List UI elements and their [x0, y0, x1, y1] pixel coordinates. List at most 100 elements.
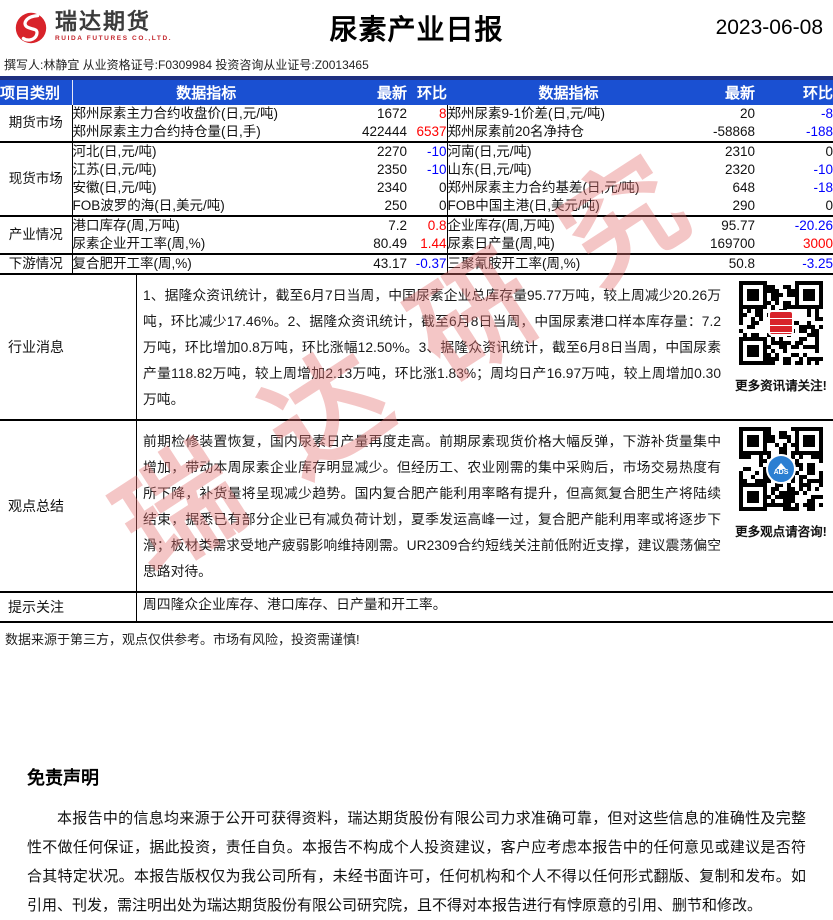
indicator-label: FOB波罗的海(日,美元/吨)	[72, 198, 225, 213]
indicator-value: 2270	[376, 144, 407, 159]
indicator-value: 648	[732, 180, 755, 195]
indicator-label: 郑州尿素主力合约收盘价(日,元/吨)	[72, 106, 279, 121]
indicator-value: 2310	[724, 144, 755, 159]
indicator-value: 80.49	[373, 236, 407, 251]
qr-block: ADS 更多观点请咨询!	[729, 421, 833, 591]
indicator-label: FOB中国主港(日,美元/吨)	[446, 197, 690, 216]
indicator-value: 95.77	[721, 218, 755, 233]
report-header: 瑞达期货 RUIDA FUTURES CO.,LTD. 尿素产业日报 2023-…	[0, 0, 833, 54]
indicator-label: 江苏(日,元/吨)	[72, 162, 157, 177]
author-line: 撰写人:林静宜 从业资格证号:F0309984 投资咨询从业证号:Z001346…	[4, 58, 369, 72]
indicator-change: -0.37	[415, 256, 447, 271]
qr-code-icon: ADS	[737, 425, 825, 513]
indicator-change: 0.8	[427, 218, 447, 233]
ads-blue-logo-icon: ADS	[766, 454, 796, 484]
indicator-label: 郑州尿素主力合约持仓量(日,手)	[72, 124, 261, 139]
table-group: 期货市场 郑州尿素主力合约收盘价(日,元/吨) 1672 8 郑州尿素9-1价差(日,元…	[0, 105, 833, 142]
indicator-value: 7.2	[388, 218, 407, 233]
table-row: 产业情况 港口库存(周,万吨) 7.2 0.8 企业库存(周,万吨) 95.77 -20.2…	[0, 216, 833, 254]
brand-subtitle: RUIDA FUTURES CO.,LTD.	[55, 35, 173, 42]
indicator-label: 复合肥开工率(周,%)	[72, 256, 192, 271]
table-row: 江苏(日,元/吨) 2350 -10 山东(日,元/吨) 2320 -10	[0, 161, 833, 179]
indicator-change: 3000	[802, 236, 833, 251]
indicator-change: -188	[805, 124, 833, 139]
section-category-label: 提示关注	[0, 593, 137, 621]
col-header-indicator: 数据指标	[447, 80, 690, 105]
indicator-value: 1672	[376, 106, 407, 121]
indicator-value: 2350	[376, 162, 407, 177]
report-date: 2023-06-08	[715, 16, 823, 39]
table-row: 期货市场 郑州尿素主力合约收盘价(日,元/吨) 1672 8 郑州尿素9-1价差(日,元…	[0, 105, 833, 142]
section-text: 周四隆众企业库存、港口库存、日产量和开工率。	[143, 597, 447, 612]
table-group: 现货市场 河北(日,元/吨) 2270 -10 河南(日,元/吨) 2310 0 江苏(日,元…	[0, 142, 833, 216]
col-header-latest: 最新	[340, 80, 407, 105]
report-sections: 行业消息 1、据隆众资讯统计，截至6月7日当周，中国尿素企业总库存量95.77万吨…	[0, 275, 833, 623]
indicator-value: -58868	[712, 124, 755, 139]
section-text: 前期检修装置恢复，国内尿素日产量再度走高。前期尿素现货价格大幅反弹，下游补货量集…	[143, 434, 721, 579]
table-group: 下游情况 复合肥开工率(周,%) 43.17 -0.37 三聚氰胺开工率(周,%) 50.…	[0, 254, 833, 274]
col-header-latest: 最新	[690, 80, 755, 105]
indicator-label: 郑州尿素前20名净持仓	[446, 123, 690, 142]
indicator-change: 0	[825, 198, 833, 213]
brand-logo: 瑞达期货 RUIDA FUTURES CO.,LTD.	[12, 9, 172, 52]
col-header-indicator: 数据指标	[72, 80, 340, 105]
indicator-change: 0	[438, 198, 447, 213]
indicator-table: 项目类别 数据指标 最新 环比 数据指标 最新 环比 期货市场 郑州尿素主力合约收…	[0, 80, 833, 275]
col-header-category: 项目类别	[0, 80, 73, 105]
indicator-label: 郑州尿素主力合约基差(日,元/吨)	[446, 179, 690, 197]
qr-code-icon	[737, 279, 825, 367]
indicator-label: 企业库存(周,万吨)	[446, 216, 690, 235]
indicator-change: -10	[813, 162, 833, 177]
indicator-change: 0	[438, 180, 447, 195]
indicator-value: 20	[739, 106, 755, 121]
indicator-change: 1.44	[420, 236, 447, 251]
qr-block: 更多资讯请关注!	[729, 275, 833, 419]
indicator-label: 安徽(日,元/吨)	[72, 180, 157, 195]
indicator-value: 2320	[724, 162, 755, 177]
indicator-change: 6537	[416, 124, 447, 139]
ruida-logo-icon	[12, 9, 50, 52]
indicator-value: 43.17	[373, 256, 407, 271]
col-header-change: 环比	[755, 80, 833, 105]
indicator-change: -20.26	[794, 218, 833, 233]
indicator-change: -10	[426, 144, 447, 159]
section-text: 1、据隆众资讯统计，截至6月7日当周，中国尿素企业总库存量95.77万吨，较上周…	[143, 288, 721, 407]
category-label: 期货市场	[0, 105, 73, 142]
indicator-label: 郑州尿素9-1价差(日,元/吨)	[446, 105, 690, 123]
indicator-label: 尿素企业开工率(周,%)	[72, 236, 206, 251]
table-row: 安徽(日,元/吨) 2340 0 郑州尿素主力合约基差(日,元/吨) 648 -18	[0, 179, 833, 197]
indicator-value: 50.8	[728, 256, 755, 271]
table-row: 尿素企业开工率(周,%) 80.49 1.44 尿素日产量(周,吨) 169700 300…	[0, 235, 833, 254]
indicator-change: -18	[813, 180, 833, 195]
ads-label: ADS	[773, 468, 789, 476]
indicator-label: 河北(日,元/吨)	[72, 144, 157, 159]
category-label: 产业情况	[0, 216, 73, 254]
category-label: 下游情况	[0, 254, 73, 274]
indicator-value: 250	[384, 198, 407, 213]
indicator-value: 290	[732, 198, 755, 213]
section-category-label: 观点总结	[0, 421, 137, 591]
section-category-label: 行业消息	[0, 275, 137, 419]
table-row: FOB波罗的海(日,美元/吨) 250 0 FOB中国主港(日,美元/吨) 290 0	[0, 197, 833, 216]
disclaimer-body: 本报告中的信息均来源于公开可获得资料，瑞达期货股份有限公司力求准确可靠，但对这些…	[27, 810, 806, 914]
table-row: 下游情况 复合肥开工率(周,%) 43.17 -0.37 三聚氰胺开工率(周,%) 50.…	[0, 254, 833, 274]
section-行业消息: 行业消息 1、据隆众资讯统计，截至6月7日当周，中国尿素企业总库存量95.77万吨…	[0, 275, 833, 421]
disclaimer-title: 免责声明	[27, 768, 99, 788]
table-group: 产业情况 港口库存(周,万吨) 7.2 0.8 企业库存(周,万吨) 95.77 -20.2…	[0, 216, 833, 254]
indicator-label: 港口库存(周,万吨)	[72, 218, 180, 233]
indicator-change: -10	[426, 162, 447, 177]
section-观点总结: 观点总结 前期检修装置恢复，国内尿素日产量再度走高。前期尿素现货价格大幅反弹，下游…	[0, 421, 833, 593]
brand-name: 瑞达期货	[55, 9, 152, 34]
indicator-label: 尿素日产量(周,吨)	[446, 235, 690, 254]
table-header-row: 项目类别 数据指标 最新 环比 数据指标 最新 环比	[0, 80, 833, 105]
section-提示关注: 提示关注 周四隆众企业库存、港口库存、日产量和开工率。	[0, 593, 833, 623]
indicator-value: 2340	[376, 180, 407, 195]
footer-note: 数据来源于第三方，观点仅供参考。市场有风险，投资需谨慎!	[5, 632, 360, 647]
indicator-change: 0	[825, 144, 833, 159]
category-label: 现货市场	[0, 142, 73, 216]
indicator-change: 8	[438, 106, 447, 121]
ruida-red-logo-icon	[768, 310, 794, 336]
indicator-change: -3.25	[802, 256, 833, 271]
indicator-value: 169700	[709, 236, 755, 251]
indicator-label: 三聚氰胺开工率(周,%)	[446, 254, 690, 274]
